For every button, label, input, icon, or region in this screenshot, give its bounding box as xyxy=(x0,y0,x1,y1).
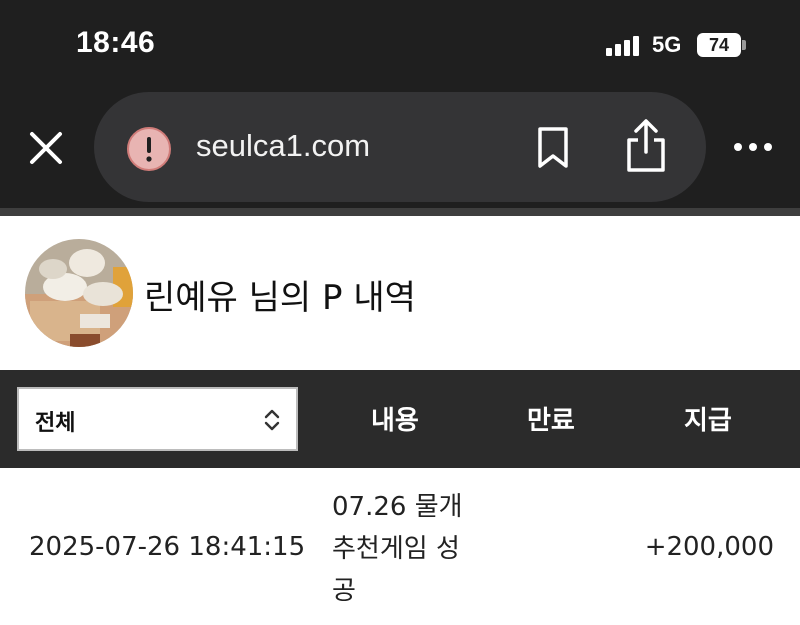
row-date: 2025-07-26 18:41:15 xyxy=(29,532,306,562)
filter-select-value: 전체 xyxy=(35,411,76,436)
close-icon[interactable] xyxy=(26,128,66,168)
bookmark-icon[interactable] xyxy=(536,126,570,170)
column-header-payment: 지급 xyxy=(684,406,732,436)
url-text[interactable]: seulca1.com xyxy=(196,128,370,164)
browser-chrome: 18:46 5G 74 seulca1.com xyxy=(0,0,800,208)
battery-tip xyxy=(742,40,746,50)
column-header-expiry: 만료 xyxy=(527,406,575,436)
chrome-divider xyxy=(0,208,800,216)
filter-select[interactable]: 전체 xyxy=(17,387,298,451)
select-chevrons-icon xyxy=(264,409,280,431)
page-title: 린예유 님의 P 내역 xyxy=(144,278,416,318)
network-type: 5G xyxy=(652,32,682,57)
row-amount: +200,000 xyxy=(644,532,774,562)
signal-strength-icon xyxy=(606,36,644,56)
security-warning-icon[interactable] xyxy=(126,126,172,172)
status-time: 18:46 xyxy=(76,26,156,59)
battery-icon: 74 xyxy=(697,33,741,57)
avatar xyxy=(25,239,133,347)
address-bar[interactable] xyxy=(94,92,706,202)
column-header-content: 내용 xyxy=(371,406,419,436)
more-options-icon[interactable] xyxy=(732,140,774,154)
share-icon[interactable] xyxy=(624,118,668,174)
row-description: 07.26 물개 추천게임 성공 xyxy=(332,492,463,606)
